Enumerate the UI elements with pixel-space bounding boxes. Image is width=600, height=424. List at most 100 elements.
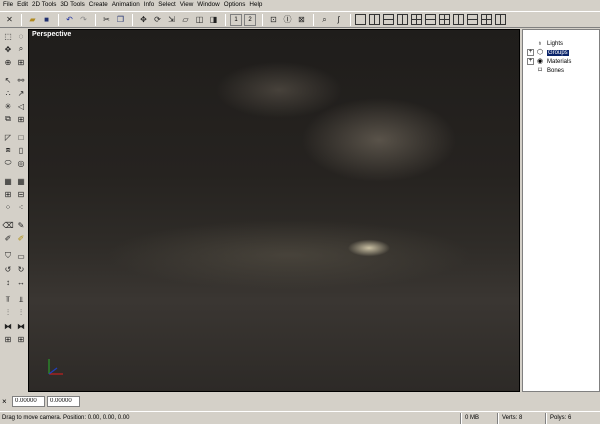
grid-alt-icon[interactable]: ▦ <box>15 175 27 187</box>
triangle-icon[interactable]: ◁ <box>15 100 27 112</box>
view-columns-icon[interactable] <box>495 14 506 25</box>
scale-horizontal-icon[interactable]: ↔ <box>15 276 27 288</box>
rotate-icon[interactable]: ⟳ <box>151 13 164 26</box>
move-tool-icon[interactable]: ✥ <box>2 43 14 55</box>
grid-icon[interactable]: ▦ <box>2 175 14 187</box>
eraser-icon[interactable]: ⌫ <box>2 219 14 231</box>
align-bottom-icon[interactable]: ⫫ <box>15 294 27 306</box>
move-icon[interactable]: ✥ <box>137 13 150 26</box>
menu-create[interactable]: Create <box>89 0 112 10</box>
bend-icon[interactable]: ◫ <box>193 13 206 26</box>
menu-options[interactable]: Options <box>224 0 250 10</box>
select-box-icon[interactable]: ⊡ <box>267 13 280 26</box>
tree-item-materials[interactable]: + ◉ Materials <box>527 57 571 66</box>
align-top-icon[interactable]: ⫪ <box>2 294 14 306</box>
pen-icon[interactable]: ✎ <box>15 219 27 231</box>
bucket-icon[interactable]: ⛉ <box>2 250 14 262</box>
zoom-fit-icon[interactable]: ⊞ <box>15 56 27 68</box>
scale-vertical-icon[interactable]: ↕ <box>2 276 14 288</box>
pointer-icon[interactable]: ↖ <box>2 74 14 86</box>
menu-view[interactable]: View <box>180 0 198 10</box>
pin-icon[interactable]: ✐ <box>2 232 14 244</box>
torus-icon[interactable]: ⬭ <box>2 157 14 169</box>
view-quad-icon[interactable] <box>411 14 422 25</box>
close-small-icon[interactable]: × <box>2 397 10 406</box>
view-single-icon[interactable] <box>355 14 366 25</box>
menu-edit[interactable]: Edit <box>17 0 32 10</box>
select-text-icon[interactable]: Ⓘ <box>281 13 294 26</box>
toolbar-separator <box>313 13 314 26</box>
zoom-region-icon[interactable]: ⊕ <box>2 56 14 68</box>
tree-item-groups[interactable]: + ⬡ Groups <box>527 48 569 57</box>
sphere-icon[interactable]: ◎ <box>15 157 27 169</box>
frame-2-button[interactable]: 2 <box>244 13 256 26</box>
perspective-viewport[interactable]: Perspective <box>28 29 520 392</box>
eyedropper-icon[interactable]: ⌕ <box>318 13 331 26</box>
tree-item-label: Lights <box>547 40 564 47</box>
edge-select-icon[interactable]: ↗ <box>15 87 27 99</box>
zoom-icon[interactable]: ⌕ <box>15 43 27 55</box>
points-icon[interactable]: ⁘ <box>2 201 14 213</box>
undo-icon[interactable]: ↶ <box>63 13 76 26</box>
view-three-bottom-icon[interactable] <box>467 14 478 25</box>
box-icon[interactable]: □ <box>15 131 27 143</box>
view-split-vertical-icon[interactable] <box>369 14 380 25</box>
view-three-right-icon[interactable] <box>453 14 464 25</box>
frame-1-button[interactable]: 1 <box>230 13 242 26</box>
open-folder-icon[interactable]: ▰ <box>26 13 39 26</box>
menu-2d-tools[interactable]: 2D Tools <box>32 0 60 10</box>
panel-grid-alt-icon[interactable]: ⊞ <box>15 333 27 345</box>
cut-icon[interactable]: ✂ <box>100 13 113 26</box>
highlight-pen-icon[interactable]: ✐ <box>15 232 27 244</box>
copy-icon[interactable]: ❐ <box>114 13 127 26</box>
scale-icon[interactable]: ⇲ <box>165 13 178 26</box>
menu-select[interactable]: Select <box>158 0 180 10</box>
subdivide-icon[interactable]: ⊞ <box>2 188 14 200</box>
cube-icon[interactable]: ⧈ <box>2 144 14 156</box>
rotate-left-icon[interactable]: ↺ <box>2 263 14 275</box>
tree-item-lights[interactable]: ♁ Lights <box>536 39 563 48</box>
flip-icon[interactable]: ⧓ <box>2 320 14 332</box>
plane-icon[interactable]: ◸ <box>2 131 14 143</box>
rotate-right-icon[interactable]: ↻ <box>15 263 27 275</box>
weld-icon[interactable]: ⊟ <box>15 188 27 200</box>
x-coordinate-input[interactable] <box>12 395 45 407</box>
distribute-icon[interactable]: ⫶ <box>2 307 14 319</box>
flip-alt-icon[interactable]: ⧓ <box>15 320 27 332</box>
vertex-icon[interactable]: ∴ <box>2 87 14 99</box>
texture-icon[interactable]: ▭ <box>15 250 27 262</box>
select-sides-icon[interactable]: ⊠ <box>295 13 308 26</box>
menu-window[interactable]: Window <box>197 0 223 10</box>
mirror-icon[interactable]: ◨ <box>207 13 220 26</box>
grid-object-icon[interactable]: ⊞ <box>15 113 27 125</box>
cylinder-icon[interactable]: ▯ <box>15 144 27 156</box>
lasso-icon[interactable]: ◌ <box>15 30 27 42</box>
distribute-alt-icon[interactable]: ⫶ <box>15 307 27 319</box>
select-rect-icon[interactable]: ⬚ <box>2 30 14 42</box>
menu-info[interactable]: Info <box>144 0 159 10</box>
paint-icon[interactable]: ʃ <box>332 13 345 26</box>
menu-help[interactable]: Help <box>249 0 266 10</box>
status-bar: Drag to move camera. Position: 0.00, 0.0… <box>0 411 600 424</box>
star-icon[interactable]: ✳ <box>2 100 14 112</box>
menu-3d-tools[interactable]: 3D Tools <box>60 0 88 10</box>
view-three-left-icon[interactable] <box>397 14 408 25</box>
y-coordinate-input[interactable] <box>47 395 80 407</box>
save-icon[interactable]: ■ <box>40 13 53 26</box>
view-four-icon[interactable] <box>481 14 492 25</box>
menu-file[interactable]: File <box>3 0 17 10</box>
link-icon[interactable]: ⚯ <box>15 74 27 86</box>
view-quad-alt-icon[interactable] <box>439 14 450 25</box>
expand-icon[interactable]: + <box>527 58 534 65</box>
tree-item-bones[interactable]: ⌑ Bones <box>536 66 564 75</box>
connect-icon[interactable]: ⁖ <box>15 201 27 213</box>
menu-animation[interactable]: Animation <box>112 0 144 10</box>
copy-object-icon[interactable]: ⧉ <box>2 113 14 125</box>
redo-icon[interactable]: ↷ <box>77 13 90 26</box>
view-three-top-icon[interactable] <box>425 14 436 25</box>
close-icon[interactable]: ✕ <box>3 13 16 26</box>
shear-icon[interactable]: ▱ <box>179 13 192 26</box>
expand-icon[interactable]: + <box>527 49 534 56</box>
view-split-horizontal-icon[interactable] <box>383 14 394 25</box>
panel-grid-icon[interactable]: ⊞ <box>2 333 14 345</box>
